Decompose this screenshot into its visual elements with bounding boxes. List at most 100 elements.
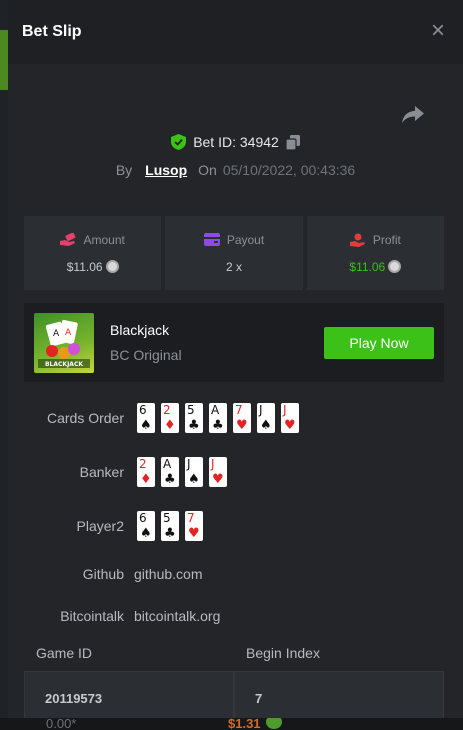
background-page-strip (0, 0, 8, 30)
card-rank: 2 (163, 403, 171, 417)
card-suit-icon: ♥ (212, 472, 224, 487)
playing-card: 6 ♠ (137, 511, 155, 541)
bitcointalk-row: Bitcointalk bitcointalk.org (8, 608, 220, 624)
payout-label: Payout (226, 232, 265, 247)
payout-stat: Payout 2 x (165, 216, 303, 290)
card-suit-icon: ♠ (188, 472, 200, 487)
game-subtitle: BC Original (110, 347, 182, 363)
card-suit-icon: ♥ (188, 526, 200, 541)
modal-header: Bet Slip × (8, 0, 463, 64)
card-suit-icon: ♣ (188, 418, 200, 433)
profit-value-row: $11.06 (349, 259, 402, 274)
card-rank: A (163, 457, 172, 471)
player2-row: Player2 6 ♠ 5 ♣ 7 ♥ (8, 511, 203, 541)
table-header-game-id: Game ID (36, 645, 93, 661)
amount-value: $11.06 (66, 259, 103, 274)
player2-cards: 6 ♠ 5 ♣ 7 ♥ (137, 511, 203, 541)
github-row: Github github.com (8, 566, 203, 582)
playing-card: 6 ♠ (137, 403, 155, 433)
table-cell-begin-index: 7 (234, 671, 444, 718)
user-link[interactable]: Lusop (145, 162, 187, 178)
seed-table-header: Game ID Begin Index (24, 645, 444, 661)
payout-value-row: 2 x (226, 260, 242, 274)
table-header-begin-index: Begin Index (246, 645, 320, 661)
playing-card: 2 ♦ (161, 403, 179, 433)
cards-order-label: Cards Order (46, 410, 124, 426)
card-rank: A (211, 403, 220, 417)
coin-icon (105, 260, 119, 273)
card-suit-icon: ♦ (164, 418, 176, 433)
payout-value: 2 x (225, 259, 242, 274)
card-rank: 7 (235, 403, 243, 417)
profit-label-row: Profit (349, 232, 401, 247)
bitcointalk-label: Bitcointalk (60, 608, 124, 624)
cards-order-row: Cards Order 6 ♠ 2 ♦ 5 ♣ A ♣ 7 ♥ J ♠ J ♥ (8, 403, 299, 433)
game-info: Blackjack BC Original (110, 322, 324, 363)
card-suit-icon: ♣ (164, 526, 176, 541)
amount-stat: Amount $11.06 (24, 216, 162, 290)
payout-label-row: Payout (203, 232, 265, 247)
money-hand-icon (60, 232, 76, 246)
playing-card: J ♠ (185, 457, 203, 487)
playing-card: J ♠ (257, 403, 275, 433)
verified-shield-icon (171, 134, 187, 150)
amount-label: Amount (83, 232, 125, 247)
banker-row: Banker 2 ♦ A ♣ J ♠ J ♥ (8, 457, 227, 487)
bet-date: 05/10/2022, 00:43:36 (222, 162, 356, 178)
playing-card: 2 ♦ (137, 457, 155, 487)
playing-card: 5 ♣ (161, 511, 179, 541)
background-page-strip (0, 90, 8, 718)
wallet-card-icon (203, 233, 220, 246)
card-suit-icon: ♣ (164, 472, 176, 487)
game-name: Blackjack (110, 322, 170, 338)
playing-card: 5 ♣ (185, 403, 203, 433)
game-card: A A BLACKJACK Blackjack BC Original Play… (24, 303, 444, 382)
amount-label-row: Amount (60, 232, 125, 247)
card-suit-icon: ♠ (140, 418, 152, 433)
card-suit-icon: ♣ (212, 418, 224, 433)
card-rank: 2 (139, 457, 147, 471)
card-rank: J (283, 403, 287, 417)
cards-order-cards: 6 ♠ 2 ♦ 5 ♣ A ♣ 7 ♥ J ♠ J ♥ (137, 403, 299, 433)
player2-label: Player2 (76, 518, 124, 534)
bet-stats: Amount $11.06 Payout 2 x Profit $11.06 (24, 216, 444, 290)
seed-table-row: 20119573 7 (24, 671, 444, 718)
table-cell-game-id: 20119573 (24, 671, 234, 718)
banker-cards: 2 ♦ A ♣ J ♠ J ♥ (137, 457, 227, 487)
card-rank: 6 (139, 511, 147, 525)
card-suit-icon: ♥ (236, 418, 248, 433)
copy-icon[interactable] (285, 134, 300, 150)
card-rank: J (211, 457, 215, 471)
background-page-strip (0, 30, 8, 90)
playing-card: J ♥ (281, 403, 299, 433)
coin-icon (388, 260, 402, 273)
card-rank: 5 (187, 403, 195, 417)
card-suit-icon: ♠ (260, 418, 272, 433)
card-rank: 6 (139, 403, 147, 417)
close-icon[interactable]: × (427, 19, 449, 43)
card-rank: 7 (187, 511, 195, 525)
svg-text:A: A (53, 329, 60, 339)
bet-slip-modal: Bet Slip × Bet ID: 34942 By Lusop On 05/… (8, 0, 463, 718)
background-value: 0.00* (46, 716, 77, 730)
profit-stat: Profit $11.06 (306, 216, 444, 290)
modal-title: Bet Slip (22, 23, 82, 40)
playing-card: A ♣ (209, 403, 227, 433)
card-suit-icon: ♥ (284, 418, 296, 433)
profit-value: $11.06 (349, 259, 386, 274)
svg-text:A: A (65, 328, 72, 338)
profit-label: Profit (372, 232, 401, 247)
github-label: Github (82, 566, 124, 582)
github-value: github.com (134, 566, 203, 582)
share-icon[interactable] (401, 104, 425, 124)
card-rank: 5 (163, 511, 171, 525)
bet-id: Bet ID: 34942 (193, 134, 279, 150)
banker-label: Banker (79, 464, 124, 480)
play-now-button[interactable]: Play Now (324, 326, 434, 359)
card-rank: J (187, 457, 191, 471)
by-label: By (115, 162, 133, 178)
amount-value-row: $11.06 (67, 260, 119, 274)
blackjack-thumbnail: A A BLACKJACK (34, 312, 94, 373)
card-rank: J (259, 403, 263, 417)
profit-hand-icon (349, 233, 365, 247)
